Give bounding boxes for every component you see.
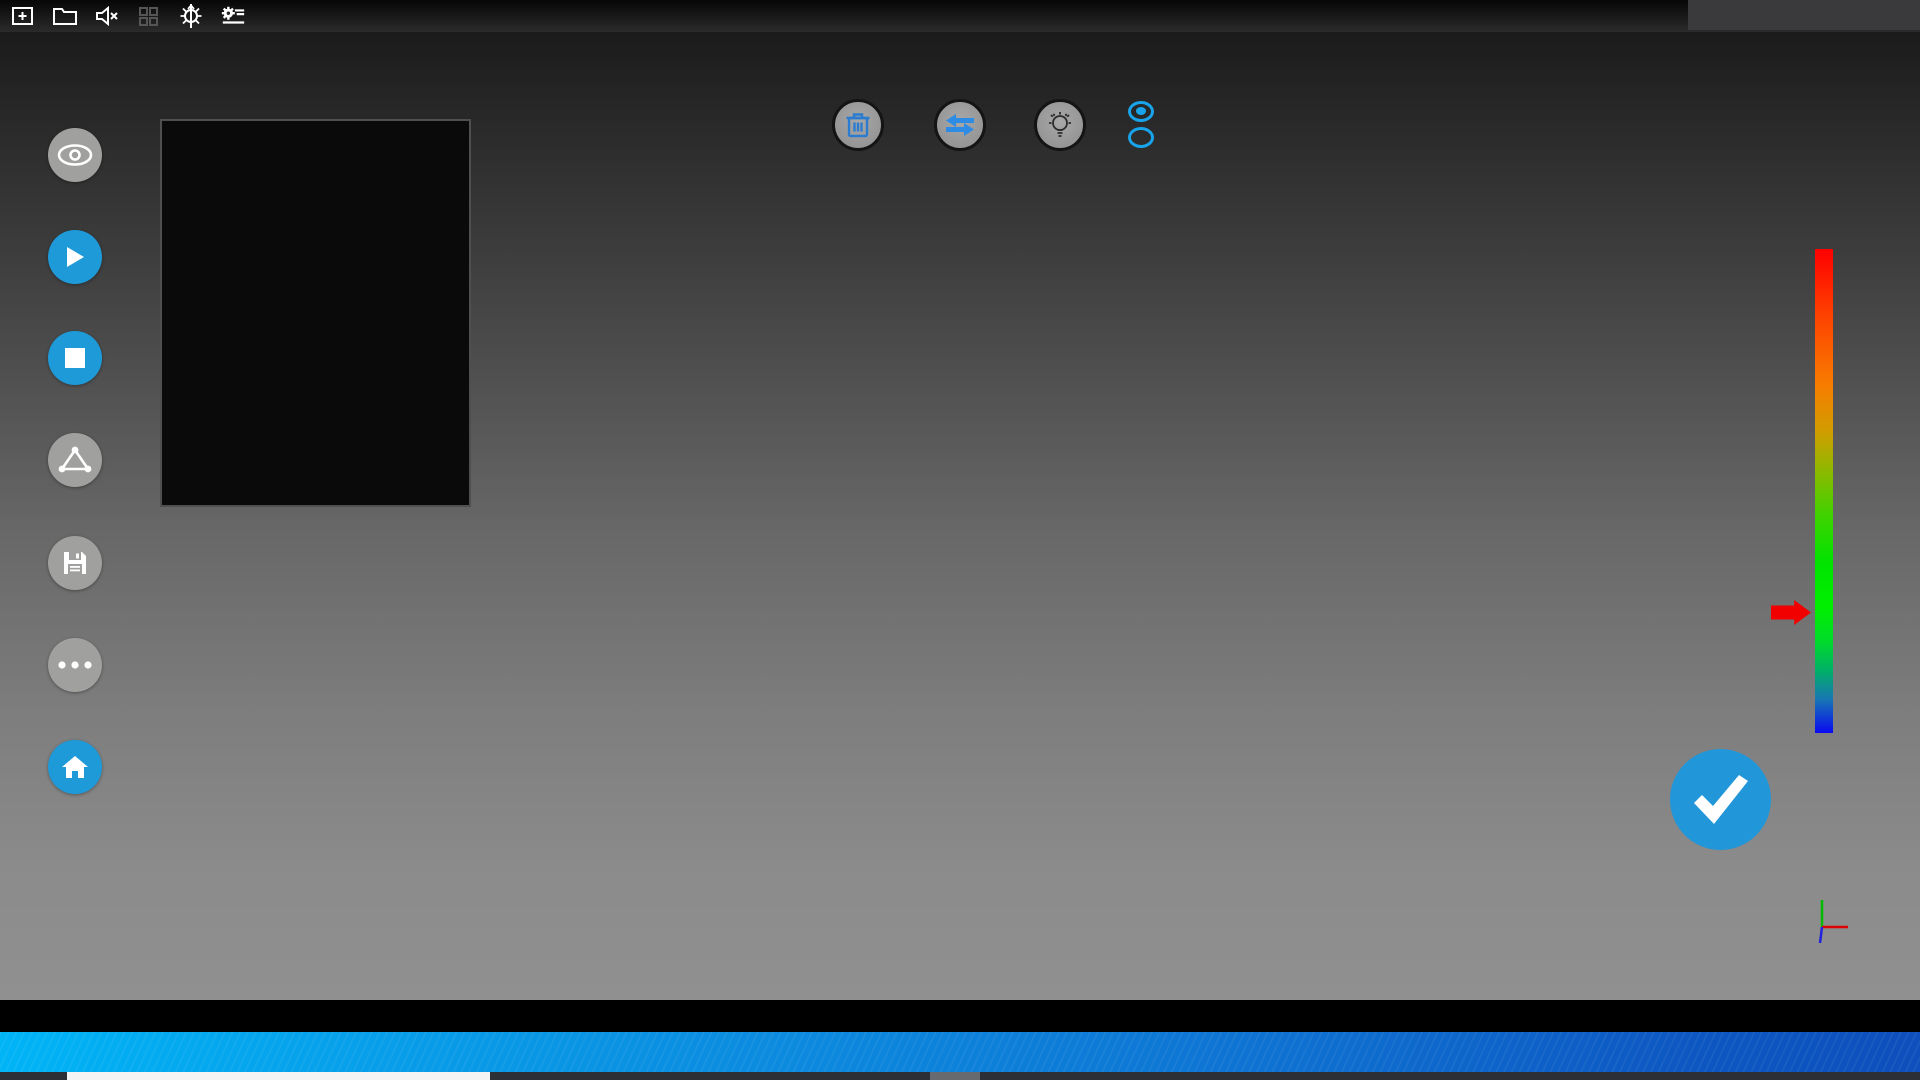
eye-icon — [55, 142, 95, 168]
window-title — [0, 0, 1920, 32]
play-button[interactable] — [48, 230, 102, 284]
edge-strip-white-segment — [67, 1072, 490, 1080]
mesh-button[interactable] — [48, 433, 102, 487]
save-button[interactable] — [48, 536, 102, 590]
trash-icon — [845, 111, 871, 139]
visibility-button[interactable] — [48, 128, 102, 182]
play-icon — [64, 245, 86, 269]
radio-low-light[interactable] — [1128, 124, 1163, 150]
home-icon — [61, 754, 89, 780]
check-icon — [1690, 774, 1752, 826]
bulb-icon — [1047, 110, 1073, 140]
radio-high-light[interactable] — [1128, 98, 1163, 124]
mesh-icon — [57, 445, 93, 475]
radio-ring-selected — [1128, 101, 1154, 122]
more-dots-icon — [58, 661, 92, 669]
axis-indicator — [1793, 890, 1863, 962]
flip-arrows-icon — [944, 112, 976, 138]
edge-strip-gray-segment — [930, 1072, 980, 1080]
confirm-button[interactable] — [1670, 749, 1771, 850]
viewport-3d[interactable] — [0, 32, 1920, 1000]
flip-button[interactable] — [934, 99, 986, 151]
light-button[interactable] — [1034, 99, 1086, 151]
radio-ring — [1128, 127, 1154, 148]
bottom-edge-strip — [0, 1072, 1920, 1080]
save-icon — [62, 550, 88, 576]
more-button[interactable] — [48, 638, 102, 692]
delete-button[interactable] — [832, 99, 884, 151]
stop-icon — [64, 347, 86, 369]
stop-button[interactable] — [48, 331, 102, 385]
bottom-blue-bar — [0, 1032, 1920, 1072]
status-bar — [0, 1000, 1920, 1032]
light-mode-group — [1128, 98, 1163, 150]
camera-preview — [160, 119, 471, 507]
depth-color-scale — [1815, 249, 1833, 733]
home-button[interactable] — [48, 740, 102, 794]
title-bar — [0, 0, 1920, 32]
window-controls — [1688, 0, 1920, 30]
